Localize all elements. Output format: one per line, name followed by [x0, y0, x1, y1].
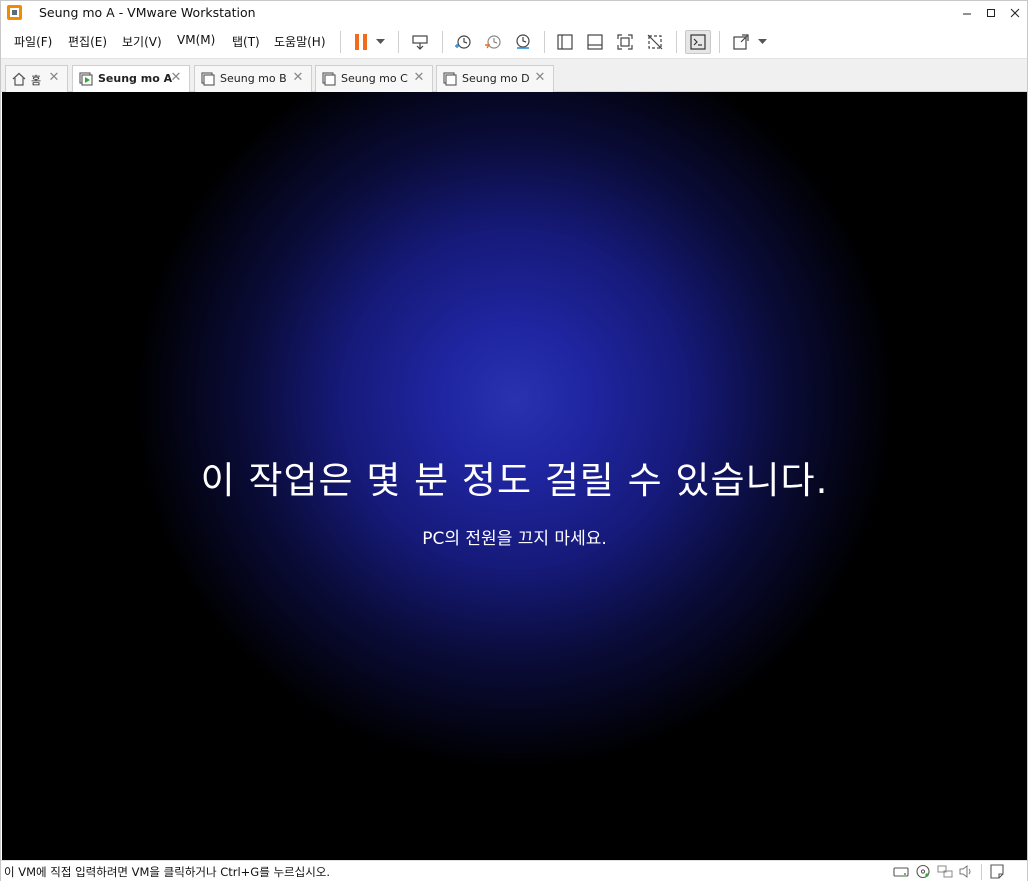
title-bar: Seung mo A - VMware Workstation	[1, 1, 1027, 25]
status-message: 이 VM에 직접 입력하려면 VM을 클릭하거나 Ctrl+G를 누르십시오.	[4, 865, 331, 879]
update-headline: 이 작업은 몇 분 정도 걸릴 수 있습니다.	[200, 459, 829, 502]
cd-dvd-icon[interactable]	[915, 864, 931, 879]
toolbar-separator	[544, 31, 545, 53]
thumbnail-bar-icon	[587, 34, 603, 50]
send-ctrl-alt-del-button[interactable]	[407, 30, 433, 54]
dropdown-arrow-icon	[757, 39, 767, 44]
menu-edit[interactable]: 편집(E)	[68, 33, 107, 50]
message-log-icon[interactable]	[989, 864, 1005, 879]
menu-vm[interactable]: VM(M)	[177, 33, 215, 47]
vm-icon	[322, 72, 336, 86]
library-view-button[interactable]	[552, 30, 578, 54]
tab-close-button[interactable]: ✕	[533, 71, 547, 85]
tab-label: Seung mo B	[220, 72, 287, 85]
network-icon[interactable]	[937, 864, 953, 879]
tab-label: Seung mo A	[98, 72, 173, 85]
snapshot-manager-icon	[516, 34, 530, 49]
tab-seung-mo-a[interactable]: Seung mo A ✕	[72, 65, 190, 93]
stretch-dropdown-button[interactable]	[753, 30, 771, 54]
vm-icon	[443, 72, 457, 86]
dropdown-arrow-icon	[375, 39, 385, 44]
tab-seung-mo-c[interactable]: Seung mo C ✕	[315, 65, 433, 92]
vm-icon	[201, 72, 215, 86]
tab-bar: 홈 ✕ Seung mo A ✕ Seung mo B ✕ Seung mo C…	[1, 59, 1027, 93]
tab-close-button[interactable]: ✕	[47, 71, 61, 85]
tab-label: Seung mo C	[341, 72, 408, 85]
maximize-button[interactable]	[980, 3, 1002, 23]
tab-label: 홈	[31, 74, 42, 87]
toolbar-separator	[340, 31, 341, 53]
fullscreen-button[interactable]	[612, 30, 638, 54]
update-subline: PC의 전원을 끄지 마세요.	[422, 529, 607, 549]
toolbar-separator	[398, 31, 399, 53]
toolbar-separator	[719, 31, 720, 53]
power-dropdown-button[interactable]	[371, 30, 389, 54]
menu-tabs[interactable]: 탭(T)	[232, 33, 260, 50]
revert-snapshot-button[interactable]	[480, 30, 506, 54]
tab-close-button[interactable]: ✕	[291, 71, 305, 85]
vmware-window: Seung mo A - VMware Workstation 파일(F) 편집…	[0, 0, 1028, 881]
tab-close-button[interactable]: ✕	[412, 71, 426, 85]
tab-seung-mo-b[interactable]: Seung mo B ✕	[194, 65, 312, 92]
send-ctrl-alt-del-icon	[412, 35, 428, 50]
tab-home[interactable]: 홈 ✕	[5, 65, 68, 92]
menu-file[interactable]: 파일(F)	[14, 33, 52, 50]
snapshot-manager-button[interactable]	[510, 30, 536, 54]
tab-close-button[interactable]: ✕	[169, 71, 183, 85]
close-button[interactable]	[1004, 3, 1026, 23]
vm-running-icon	[79, 72, 93, 86]
fullscreen-icon	[617, 34, 633, 50]
menu-view[interactable]: 보기(V)	[122, 33, 162, 50]
sound-icon[interactable]	[958, 864, 974, 879]
toolbar-separator	[676, 31, 677, 53]
take-snapshot-button[interactable]	[450, 30, 476, 54]
tab-seung-mo-d[interactable]: Seung mo D ✕	[436, 65, 554, 92]
unity-icon	[647, 34, 663, 50]
maximize-icon	[987, 9, 995, 17]
console-view-icon	[690, 34, 706, 50]
window-title: Seung mo A - VMware Workstation	[39, 5, 256, 20]
tab-label: Seung mo D	[462, 72, 530, 85]
status-separator	[981, 864, 982, 880]
console-view-button[interactable]	[685, 30, 711, 54]
snapshot-revert-icon	[485, 35, 501, 49]
menu-toolbar: 파일(F) 편집(E) 보기(V) VM(M) 탭(T) 도움말(H)	[1, 25, 1027, 59]
stretch-guest-button[interactable]	[728, 30, 754, 54]
close-icon	[1010, 8, 1020, 18]
hard-disk-icon[interactable]	[893, 864, 909, 879]
status-bar: 이 VM에 직접 입력하려면 VM을 클릭하거나 Ctrl+G를 누르십시오.	[1, 860, 1027, 881]
home-icon	[12, 72, 26, 86]
toolbar-separator	[442, 31, 443, 53]
thumbnail-bar-button[interactable]	[582, 30, 608, 54]
pause-icon	[355, 34, 367, 50]
library-view-icon	[557, 34, 573, 50]
minimize-icon	[963, 13, 971, 15]
vm-console-screen[interactable]: 이 작업은 몇 분 정도 걸릴 수 있습니다. PC의 전원을 끄지 마세요.	[2, 92, 1027, 860]
menu-help[interactable]: 도움말(H)	[274, 33, 326, 50]
unity-button[interactable]	[642, 30, 668, 54]
snapshot-take-icon	[455, 35, 471, 49]
stretch-guest-icon	[733, 34, 749, 50]
vmware-app-icon	[7, 5, 22, 20]
minimize-button[interactable]	[956, 3, 978, 23]
